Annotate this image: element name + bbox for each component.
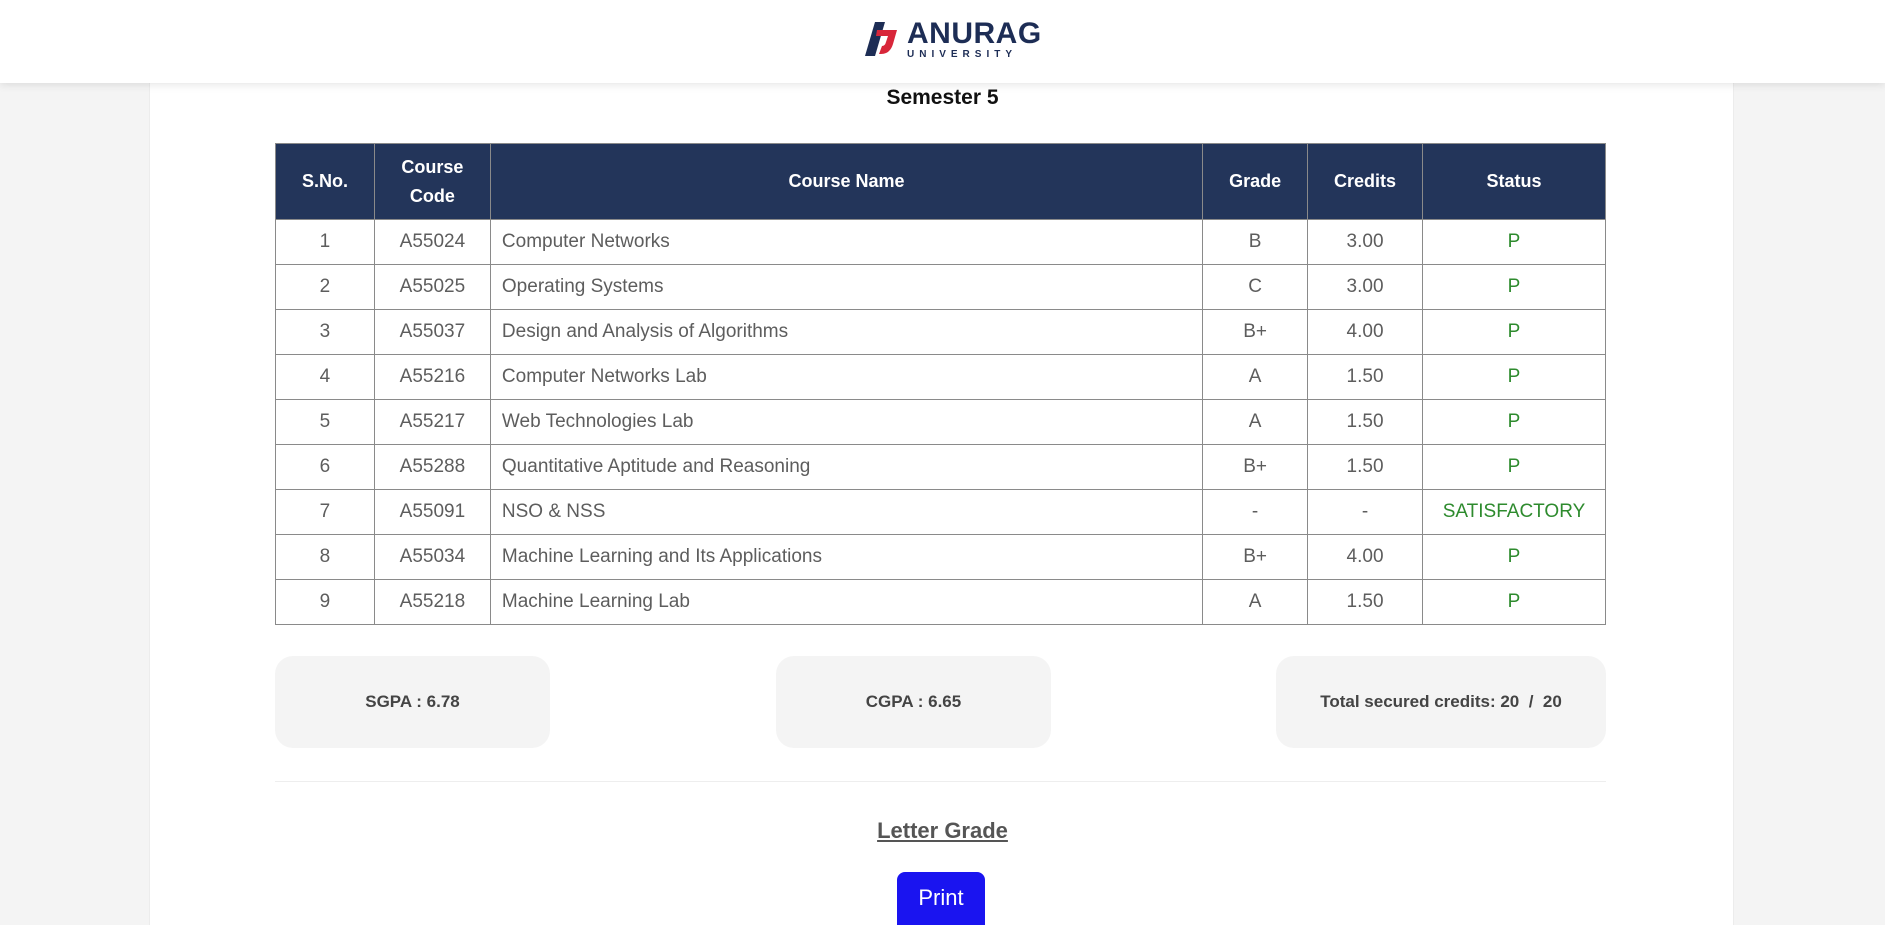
cell-course-code: A55025 (373, 264, 491, 310)
logo-mark-icon (865, 22, 897, 56)
cell-credits: - (1307, 489, 1423, 535)
cell-course-code: A55037 (373, 309, 491, 355)
cell-course-code: A55218 (373, 579, 491, 625)
cell-sno: 9 (275, 579, 375, 625)
cell-credits: 3.00 (1307, 219, 1423, 265)
column-header-sno: S.No. (275, 143, 375, 220)
university-logo[interactable]: ANURAG UNIVERSITY (863, 16, 1042, 60)
column-header-grade: Grade (1202, 143, 1309, 220)
cell-course-name: Quantitative Aptitude and Reasoning (489, 444, 1204, 490)
cell-course-name: Operating Systems (489, 264, 1204, 310)
cell-status: P (1422, 264, 1606, 310)
cell-course-code: A55034 (373, 534, 491, 580)
cell-grade: A (1202, 399, 1309, 445)
cell-course-name: Machine Learning and Its Applications (489, 534, 1204, 580)
cell-grade: A (1202, 579, 1309, 625)
results-table: S.No. Course Code Course Name Grade Cred… (275, 143, 1606, 625)
cell-course-name: Computer Networks Lab (489, 354, 1204, 400)
cell-course-code: A55024 (373, 219, 491, 265)
table-row: 8 A55034 Machine Learning and Its Applic… (275, 534, 1606, 580)
cell-sno: 5 (275, 399, 375, 445)
table-header-row: S.No. Course Code Course Name Grade Cred… (275, 143, 1606, 220)
print-button[interactable]: Print (897, 872, 985, 925)
cell-grade: B+ (1202, 309, 1309, 355)
cell-status: SATISFACTORY (1422, 489, 1606, 535)
cell-status: P (1422, 309, 1606, 355)
cell-status: P (1422, 579, 1606, 625)
table-row: 1 A55024 Computer Networks B 3.00 P (275, 219, 1606, 265)
semester-title: Semester 5 (886, 86, 999, 109)
cell-credits: 3.00 (1307, 264, 1423, 310)
cell-grade: B+ (1202, 444, 1309, 490)
cell-credits: 1.50 (1307, 579, 1423, 625)
logo-main-text: ANURAG (907, 16, 1042, 50)
section-divider (275, 781, 1606, 782)
table-row: 4 A55216 Computer Networks Lab A 1.50 P (275, 354, 1606, 400)
cell-sno: 3 (275, 309, 375, 355)
cell-credits: 1.50 (1307, 444, 1423, 490)
sgpa-card: SGPA : 6.78 (275, 656, 550, 748)
cell-grade: A (1202, 354, 1309, 400)
cell-course-name: Design and Analysis of Algorithms (489, 309, 1204, 355)
cell-credits: 4.00 (1307, 534, 1423, 580)
cell-course-code: A55091 (373, 489, 491, 535)
cell-sno: 2 (275, 264, 375, 310)
cell-status: P (1422, 444, 1606, 490)
cgpa-card: CGPA : 6.65 (776, 656, 1051, 748)
cell-course-name: Machine Learning Lab (489, 579, 1204, 625)
cell-credits: 1.50 (1307, 354, 1423, 400)
cell-credits: 4.00 (1307, 309, 1423, 355)
cell-grade: B (1202, 219, 1309, 265)
column-header-status: Status (1422, 143, 1606, 220)
cell-status: P (1422, 534, 1606, 580)
cell-sno: 8 (275, 534, 375, 580)
cell-sno: 1 (275, 219, 375, 265)
table-row: 9 A55218 Machine Learning Lab A 1.50 P (275, 579, 1606, 625)
column-header-course-code: Course Code (373, 143, 491, 220)
logo-sub-text: UNIVERSITY (907, 48, 1018, 60)
cell-course-name: Web Technologies Lab (489, 399, 1204, 445)
table-row: 7 A55091 NSO & NSS - - SATISFACTORY (275, 489, 1606, 535)
cell-course-code: A55216 (373, 354, 491, 400)
cell-credits: 1.50 (1307, 399, 1423, 445)
cell-course-code: A55217 (373, 399, 491, 445)
cell-sno: 4 (275, 354, 375, 400)
table-row: 2 A55025 Operating Systems C 3.00 P (275, 264, 1606, 310)
cell-grade: B+ (1202, 534, 1309, 580)
cell-sno: 6 (275, 444, 375, 490)
cell-course-name: Computer Networks (489, 219, 1204, 265)
table-row: 6 A55288 Quantitative Aptitude and Reaso… (275, 444, 1606, 490)
total-credits-card: Total secured credits: 20 / 20 (1276, 656, 1606, 748)
cell-grade: - (1202, 489, 1309, 535)
table-row: 5 A55217 Web Technologies Lab A 1.50 P (275, 399, 1606, 445)
table-row: 3 A55037 Design and Analysis of Algorith… (275, 309, 1606, 355)
cell-status: P (1422, 399, 1606, 445)
cell-course-name: NSO & NSS (489, 489, 1204, 535)
cell-sno: 7 (275, 489, 375, 535)
letter-grade-link[interactable]: Letter Grade (0, 818, 1885, 844)
cell-grade: C (1202, 264, 1309, 310)
column-header-course-name: Course Name (489, 143, 1204, 220)
cell-status: P (1422, 354, 1606, 400)
cell-status: P (1422, 219, 1606, 265)
cell-course-code: A55288 (373, 444, 491, 490)
column-header-credits: Credits (1307, 143, 1423, 220)
site-header: ANURAG UNIVERSITY (0, 0, 1885, 83)
